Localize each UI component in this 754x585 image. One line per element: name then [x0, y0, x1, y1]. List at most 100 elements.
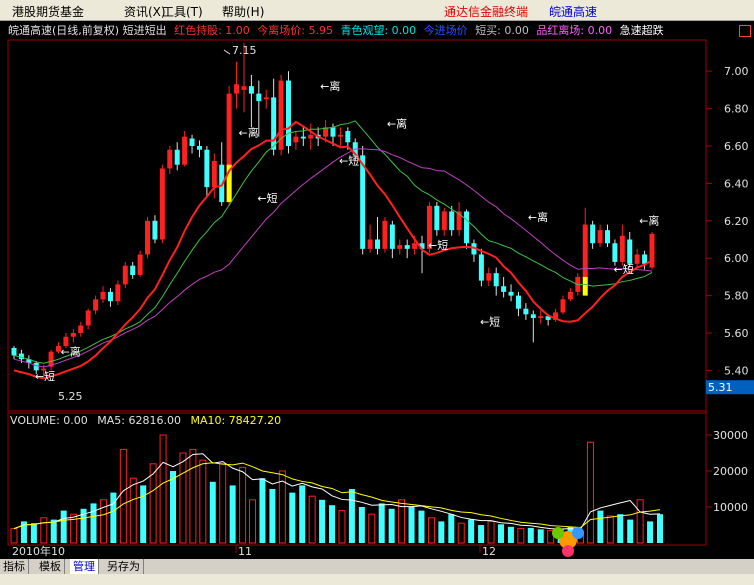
- candle-body: [612, 243, 618, 262]
- volume-info-line: VOLUME: 0.00 MA5: 62816.00 MA10: 78427.2…: [10, 414, 287, 427]
- price-high-pointer: [223, 49, 231, 55]
- volume-bar-up: [189, 448, 197, 544]
- price-low-label: 5.25: [58, 390, 83, 403]
- volume-tick-label: 20000: [713, 465, 748, 478]
- tab-save-as[interactable]: 另存为: [104, 559, 144, 574]
- moving-average-lines: [13, 120, 653, 380]
- volume-bar-down: [468, 519, 475, 543]
- volume-bar-down: [388, 508, 395, 543]
- candle-body: [604, 230, 610, 244]
- volume-bar-down: [259, 478, 266, 543]
- leave-signal-label: ←离: [639, 214, 659, 228]
- volume-bar-down: [229, 485, 236, 543]
- volume-tick-label: 10000: [713, 501, 748, 514]
- price-tick-label: 6.00: [724, 252, 749, 265]
- candlesticks: [11, 43, 655, 377]
- candle-body: [538, 316, 544, 319]
- date-label: 12: [482, 545, 496, 558]
- candle-body: [122, 265, 128, 285]
- status-bar: [0, 574, 754, 585]
- volume-bar-down: [537, 529, 544, 543]
- volume-bar-up: [129, 477, 137, 544]
- leave-signal-label: ←离: [320, 79, 340, 93]
- candle-body: [189, 138, 195, 146]
- volume-bar-down: [299, 485, 306, 543]
- candle-body: [382, 220, 388, 249]
- volume-bar-down: [110, 492, 117, 543]
- leave-signal-label: ←离: [528, 210, 548, 224]
- candle-body: [93, 299, 99, 311]
- candle-body: [597, 230, 603, 244]
- volume-bar-up: [199, 459, 207, 544]
- tab-template[interactable]: 模板: [36, 559, 65, 574]
- volume-bar-up: [219, 463, 227, 544]
- volume-bar-up: [457, 522, 465, 544]
- leave-signal-label: ←离: [61, 344, 81, 358]
- volume-bar-down: [209, 481, 216, 543]
- ma-red-support-line: [13, 120, 653, 380]
- candle-body: [107, 291, 113, 302]
- stock-chart[interactable]: ←离 ←离 ←离 ←离 ←离 ←离 ←短 ←短 ←短 ←短 ←短 ←短 7.15 5.25 7.00 6.8…: [0, 0, 754, 559]
- volume-bar-down: [478, 525, 485, 543]
- candle-body: [85, 310, 91, 326]
- candle-body: [145, 220, 151, 255]
- volume-bar-down: [50, 519, 57, 543]
- leave-signal-label: ←离: [239, 126, 259, 140]
- candle-body: [300, 136, 306, 139]
- short-signal-label: ←短: [339, 154, 359, 168]
- tab-manage[interactable]: 管理: [70, 559, 99, 574]
- candle-body: [619, 235, 625, 262]
- candle-body: [389, 224, 395, 249]
- candle-body: [256, 93, 262, 102]
- price-tick-label: 5.40: [724, 364, 749, 377]
- candle-body: [152, 220, 158, 240]
- date-year-label: 2010年10: [12, 544, 65, 558]
- price-tick-label: 6.20: [724, 215, 749, 228]
- volume-bar-down: [378, 503, 385, 543]
- candle-body: [501, 286, 507, 292]
- price-tick-label: 6.40: [724, 177, 749, 190]
- volume-bar-up: [249, 499, 257, 544]
- candle-body: [263, 97, 269, 100]
- volume-bar-down: [319, 499, 326, 543]
- candle-body: [211, 160, 217, 188]
- candle-body: [241, 86, 247, 90]
- volume-bar-up: [119, 448, 127, 544]
- signal-marks: ←离 ←离 ←离 ←离 ←离 ←离 ←短 ←短 ←短 ←短 ←短 ←短 7.15 5.25: [35, 44, 660, 403]
- price-tick-label: 5.80: [724, 290, 749, 303]
- candle-body: [478, 254, 484, 281]
- tab-indicator[interactable]: 指标: [0, 559, 29, 574]
- short-signal-label: ←短: [257, 191, 277, 205]
- candle-body: [627, 239, 633, 264]
- candle-body: [404, 245, 410, 249]
- candle-body: [330, 127, 336, 137]
- short-signal-label: ←短: [613, 262, 633, 276]
- volume-bar-up: [487, 520, 495, 544]
- volume-bar-down: [497, 524, 504, 543]
- price-panel-border: [7, 39, 707, 412]
- candle-body: [204, 149, 210, 188]
- volume-bar-up: [517, 528, 525, 544]
- volume-bar-up: [179, 452, 187, 544]
- volume-bar-down: [90, 503, 97, 543]
- price-high-label: 7.15: [232, 44, 257, 57]
- candle-body: [523, 308, 529, 315]
- volume-bar-down: [527, 527, 534, 543]
- candle-body: [248, 86, 254, 94]
- candle-body: [115, 284, 121, 302]
- volume-bar-down: [30, 523, 37, 543]
- volume-bar-up: [10, 528, 18, 544]
- site-logo-icon: [552, 527, 584, 557]
- volume-bar-down: [348, 489, 355, 543]
- candle-body: [560, 299, 566, 313]
- volume-bar-down: [329, 505, 336, 543]
- candle-body: [308, 134, 314, 139]
- short-signal-label: ←短: [428, 238, 448, 252]
- current-price-label: 5.31: [708, 381, 733, 394]
- ma-magenta-line: [13, 148, 653, 368]
- candle-body: [271, 97, 277, 150]
- price-tick-label: 6.80: [724, 103, 749, 116]
- yellow-candle-segment: [582, 276, 588, 296]
- volume-bar-down: [60, 510, 67, 543]
- volume-bar-down: [289, 492, 296, 543]
